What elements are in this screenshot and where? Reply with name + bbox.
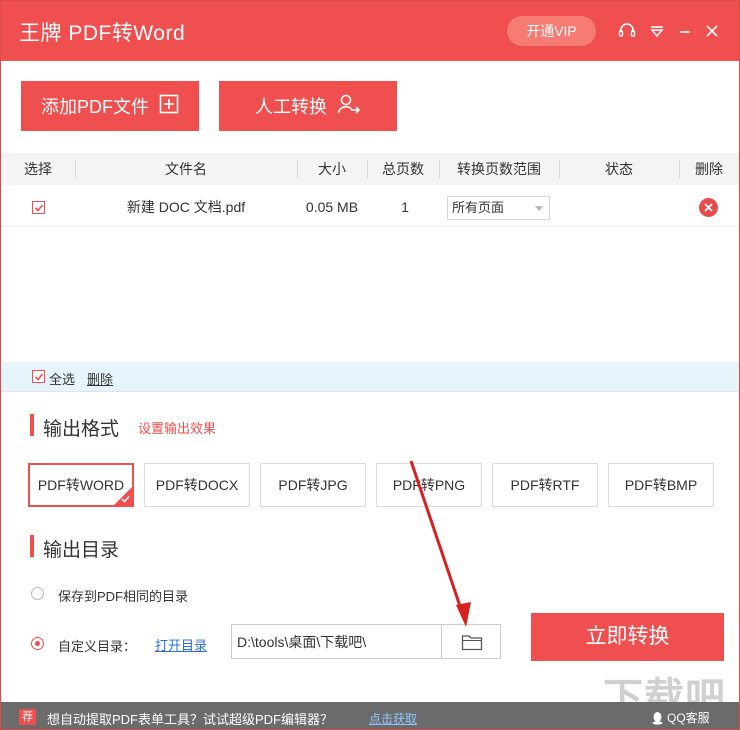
browse-folder-button[interactable] <box>441 624 501 659</box>
delete-row-button[interactable] <box>699 198 718 217</box>
check-icon <box>34 373 44 381</box>
plus-square-icon <box>159 94 179 119</box>
app-window: 王牌 PDF转Word 开通VIP 添加PDF文件 人工转换 选择 文件名 大小… <box>0 0 740 730</box>
page-range-select[interactable]: 所有页面 <box>447 196 550 220</box>
format-option-label: PDF转WORD <box>37 477 125 493</box>
user-transfer-icon <box>337 93 361 120</box>
format-option-bmp[interactable]: PDF转BMP <box>608 463 714 507</box>
footer-get-link[interactable]: 点击获取 <box>369 710 417 727</box>
select-all-label: 全选 <box>49 372 76 387</box>
page-range-value: 所有页面 <box>452 200 505 215</box>
vip-button[interactable]: 开通VIP <box>507 16 596 46</box>
folder-icon <box>461 635 483 651</box>
output-dir-title: 输出目录 <box>43 540 120 561</box>
close-icon[interactable] <box>702 21 722 41</box>
output-path-input[interactable] <box>231 624 441 659</box>
header-size: 大小 <box>318 161 346 177</box>
format-option-jpg[interactable]: PDF转JPG <box>260 463 366 507</box>
selection-bar: 全选 删除 <box>1 362 739 391</box>
qq-icon <box>652 711 663 725</box>
add-pdf-button[interactable]: 添加PDF文件 <box>21 81 199 131</box>
row-filename: 新建 DOC 文档.pdf <box>126 199 246 215</box>
row-size: 0.05 MB <box>305 199 359 215</box>
minimize-icon[interactable] <box>675 21 695 41</box>
format-option-word[interactable]: PDF转WORD <box>28 463 134 507</box>
format-option-label: PDF转RTF <box>510 477 580 493</box>
footer-ad-text: 想自动提取PDF表单工具？试试超级PDF编辑器？ <box>47 712 334 727</box>
footer-bar: 荐 想自动提取PDF表单工具？试试超级PDF编辑器？ 点击获取 QQ客服 <box>1 702 739 729</box>
convert-now-button[interactable]: 立即转换 <box>531 613 724 661</box>
table-row: 新建 DOC 文档.pdf 0.05 MB 1 所有页面 <box>1 187 739 227</box>
open-dir-link[interactable]: 打开目录 <box>155 635 207 654</box>
close-icon <box>704 203 713 212</box>
custom-dir-radio[interactable] <box>31 637 44 650</box>
delete-selected-link[interactable]: 删除 <box>87 369 113 388</box>
qq-support-label: QQ客服 <box>667 711 710 725</box>
headset-icon[interactable] <box>617 21 637 41</box>
recommend-badge: 荐 <box>19 709 36 725</box>
header-status: 状态 <box>605 161 633 177</box>
format-option-label: PDF转BMP <box>624 477 698 493</box>
section-accent-bar <box>30 535 34 557</box>
format-option-rtf[interactable]: PDF转RTF <box>492 463 598 507</box>
format-option-docx[interactable]: PDF转DOCX <box>144 463 250 507</box>
add-pdf-label: 添加PDF文件 <box>41 97 149 117</box>
header-range: 转换页数范围 <box>457 161 541 177</box>
format-option-label: PDF转DOCX <box>155 477 239 493</box>
same-dir-radio[interactable] <box>31 587 44 600</box>
same-dir-label: 保存到PDF相同的目录 <box>58 589 189 604</box>
select-all-checkbox[interactable] <box>32 370 45 383</box>
title-bar: 王牌 PDF转Word 开通VIP <box>1 1 739 61</box>
custom-dir-label: 自定义目录： <box>58 639 137 654</box>
header-pages: 总页数 <box>382 161 424 177</box>
file-table-header: 选择 文件名 大小 总页数 转换页数范围 状态 删除 <box>1 153 739 185</box>
chevron-down-icon <box>535 206 543 211</box>
qq-support-button[interactable]: QQ客服 <box>651 709 710 726</box>
row-status <box>559 187 679 227</box>
manual-convert-label: 人工转换 <box>255 97 327 117</box>
app-title: 王牌 PDF转Word <box>19 22 186 45</box>
divider <box>1 391 739 392</box>
header-delete: 删除 <box>695 161 723 177</box>
format-option-label: PDF转JPG <box>278 477 348 493</box>
output-settings-link[interactable]: 设置输出效果 <box>138 418 216 437</box>
section-accent-bar <box>30 414 34 436</box>
format-option-label: PDF转PNG <box>392 477 466 493</box>
output-format-title: 输出格式 <box>43 419 120 440</box>
row-pages: 1 <box>401 199 409 215</box>
header-filename: 文件名 <box>165 161 207 177</box>
format-option-png[interactable]: PDF转PNG <box>376 463 482 507</box>
check-icon <box>121 495 130 503</box>
check-icon <box>34 204 44 212</box>
row-checkbox[interactable] <box>32 201 45 214</box>
header-select: 选择 <box>24 161 52 177</box>
manual-convert-button[interactable]: 人工转换 <box>219 81 397 131</box>
dropdown-menu-icon[interactable] <box>647 21 667 41</box>
